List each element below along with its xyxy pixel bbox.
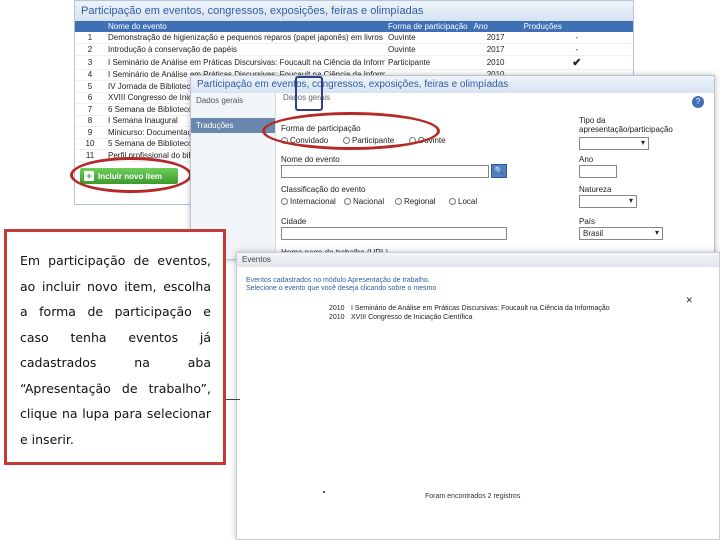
ano-input[interactable]: [579, 165, 617, 178]
cell-num: 9: [75, 126, 105, 139]
cell-form: Participante: [385, 55, 471, 70]
eventos-dialog-title: Eventos: [237, 253, 719, 267]
tipo-apresentacao-label: Tipo da apresentação/participação: [579, 116, 673, 134]
radio-dot: [344, 198, 351, 205]
cell-year: 2010: [470, 55, 521, 70]
records-found-count: Foram encontrados 2 registros: [425, 493, 521, 500]
cell-num: 6: [75, 92, 105, 104]
pais-label: País: [579, 217, 596, 226]
col-ano[interactable]: Ano: [470, 21, 521, 32]
help-icon[interactable]: ?: [692, 96, 704, 108]
table-row[interactable]: 3I Seminário de Análise em Práticas Disc…: [75, 55, 633, 70]
participation-form-window: Participação em eventos, congressos, exp…: [190, 75, 715, 260]
eventos-info-line-1: Eventos cadastrados no módulo Apresentaç…: [246, 277, 430, 284]
cell-form: Ouvinte: [385, 43, 471, 56]
cell-name: Introdução à conservação de papéis: [105, 43, 385, 56]
radio-nacional[interactable]: Nacional: [344, 197, 384, 206]
tipo-apresentacao-select[interactable]: [579, 137, 649, 150]
table-row[interactable]: 2 Introdução à conservação de papéis Ouvin…: [75, 43, 633, 56]
cidade-label: Cidade: [281, 217, 307, 226]
callout-connector-line: [226, 399, 240, 400]
list-marker: [323, 491, 325, 493]
cidade-input[interactable]: [281, 227, 507, 240]
evento-list-item[interactable]: 2010 XVIII Congresso de Iniciação Cientí…: [329, 314, 472, 321]
cell-year: 2017: [470, 43, 521, 56]
cell-num: 3: [75, 55, 105, 70]
eventos-info-line-2: Selecione o evento que você deseja clica…: [246, 285, 437, 292]
nome-evento-label: Nome do evento: [281, 155, 340, 164]
cell-name: Demonstração de higienização e pequenos …: [105, 32, 385, 44]
cell-prod: -: [520, 32, 633, 44]
close-icon[interactable]: ✕: [685, 295, 693, 306]
instruction-callout: Em participação de eventos, ao incluir n…: [4, 229, 226, 465]
cell-num: 1: [75, 32, 105, 44]
eventos-dialog: Eventos Eventos cadastrados no módulo Ap…: [236, 252, 720, 540]
cell-year: 2017: [470, 32, 521, 44]
cell-num: 2: [75, 43, 105, 56]
cell-name: I Seminário de Análise em Práticas Discu…: [105, 55, 385, 70]
pais-select[interactable]: Brasil: [579, 227, 663, 240]
col-producoes[interactable]: Produções: [520, 21, 633, 32]
search-event-button[interactable]: 🔍: [491, 164, 507, 178]
cell-num: 4: [75, 69, 105, 81]
cell-num: 8: [75, 115, 105, 127]
nome-evento-input[interactable]: [281, 165, 489, 178]
tab-dados-gerais[interactable]: Dados gerais: [191, 93, 275, 108]
col-forma-participacao[interactable]: Forma de participação: [385, 21, 471, 32]
natureza-select[interactable]: [579, 195, 637, 208]
col-num: [75, 21, 105, 32]
table-row[interactable]: 1 Demonstração de higienização e pequenos…: [75, 32, 633, 44]
cell-form: Ouvinte: [385, 32, 471, 44]
radio-regional[interactable]: Regional: [395, 197, 436, 206]
cell-num: 5: [75, 80, 105, 93]
ano-label: Ano: [579, 155, 594, 164]
evento-list-item[interactable]: 2010 I Seminário de Análise em Práticas …: [329, 305, 610, 312]
highlight-ring-add-button: [70, 157, 192, 193]
classificacao-label: Classificação do evento: [281, 185, 366, 194]
cell-num: 7: [75, 103, 105, 116]
natureza-label: Natureza: [579, 185, 612, 194]
form-window-title: Participação em eventos, congressos, exp…: [191, 76, 714, 93]
search-icon: 🔍: [494, 166, 504, 175]
radio-dot: [395, 198, 402, 205]
cell-num: 10: [75, 138, 105, 150]
radio-local[interactable]: Local: [449, 197, 477, 206]
events-window-title: Participação em eventos, congressos, exp…: [75, 1, 633, 21]
highlight-ring-forma-participacao: [262, 112, 440, 150]
highlight-box-search-button: [295, 76, 323, 111]
check-icon: ✔: [520, 55, 633, 70]
instruction-text: Em participação de eventos, ao incluir n…: [20, 253, 211, 447]
screenshot-stage: Participação em eventos, congressos, exp…: [0, 0, 720, 540]
events-table-header: Nome do evento Forma de participação Ano…: [75, 21, 633, 32]
radio-dot: [281, 198, 288, 205]
radio-internacional[interactable]: Internacional: [281, 197, 336, 206]
radio-dot: [449, 198, 456, 205]
col-nome-evento[interactable]: Nome do evento: [105, 21, 385, 32]
cell-prod: -: [520, 43, 633, 56]
